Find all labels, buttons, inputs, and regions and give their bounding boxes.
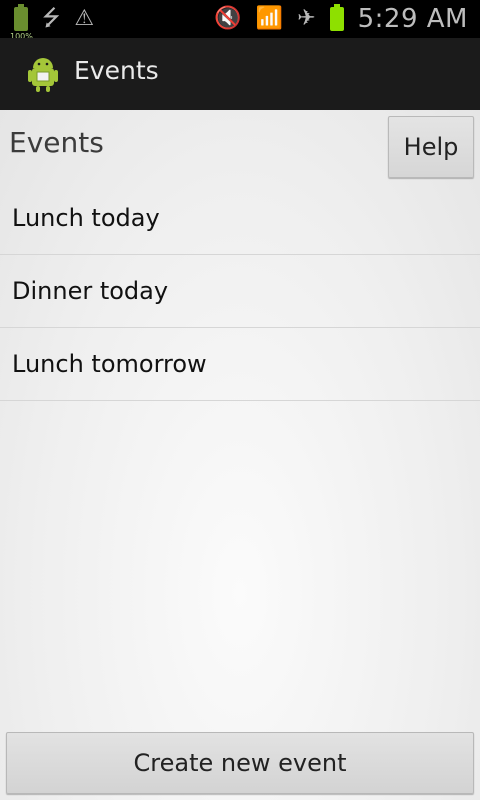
clock: 5:29 AM	[357, 4, 468, 34]
event-list: Lunch today Dinner today Lunch tomorrow	[0, 182, 480, 401]
usb-icon: ⭍	[42, 6, 61, 31]
warning-icon: ⚠	[74, 6, 95, 31]
android-icon[interactable]	[24, 56, 62, 94]
app-title: Events	[74, 56, 159, 85]
status-right: 🔇 📶 ✈ 5:29 AM	[214, 0, 468, 38]
list-item[interactable]: Lunch tomorrow	[0, 328, 480, 401]
battery-icon: 100%	[10, 4, 33, 41]
airplane-icon: ✈	[297, 6, 316, 31]
wifi-icon: 📶	[255, 6, 284, 31]
status-left: 100% ⭍ ⚠	[10, 0, 95, 41]
mute-icon: 🔇	[214, 6, 242, 31]
main-content: Events Help Lunch today Dinner today Lun…	[0, 110, 480, 800]
list-item[interactable]: Lunch today	[0, 182, 480, 255]
battery-icon	[329, 4, 344, 31]
create-event-button[interactable]: Create new event	[6, 732, 474, 794]
page-title: Events	[9, 126, 104, 159]
status-bar: 100% ⭍ ⚠ 🔇 📶 ✈ 5:29 AM	[0, 0, 480, 41]
help-button[interactable]: Help	[388, 116, 474, 178]
action-bar: Events	[0, 38, 480, 112]
list-item[interactable]: Dinner today	[0, 255, 480, 328]
